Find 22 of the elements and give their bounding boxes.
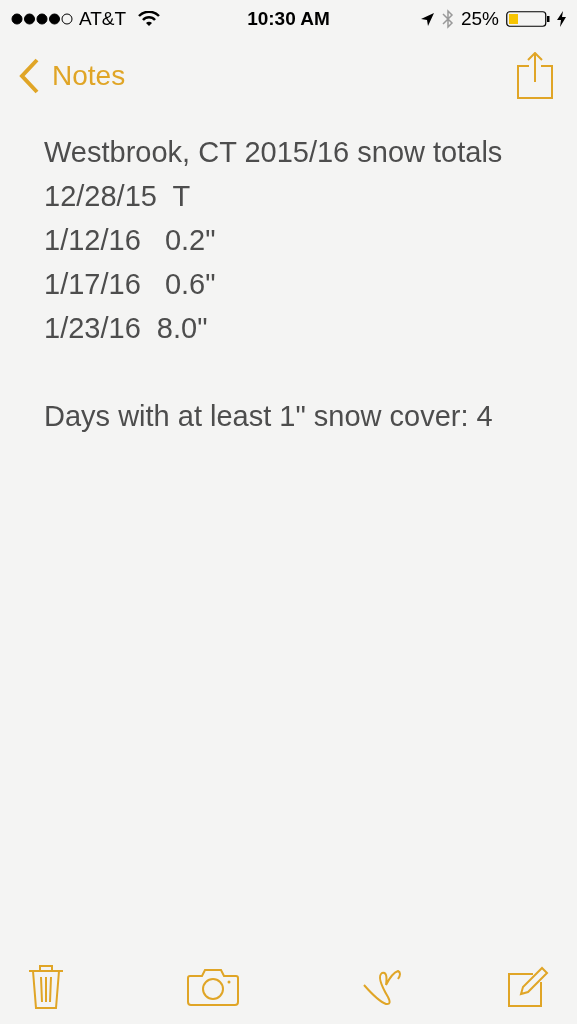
charging-bolt-icon: [557, 11, 566, 27]
compose-icon[interactable]: [507, 966, 549, 1008]
battery-icon: [506, 11, 550, 27]
share-icon[interactable]: [517, 52, 553, 100]
clock-time: 10:30 AM: [247, 6, 330, 31]
sketch-squiggle-icon[interactable]: [362, 967, 404, 1007]
back-button[interactable]: Notes: [18, 55, 126, 97]
carrier-name: AT&T: [79, 6, 127, 31]
location-arrow-icon: [419, 11, 435, 27]
note-text-line: Days with at least 1" snow cover: 4: [44, 399, 494, 434]
note-text-line: 1/23/16 8.0": [44, 311, 209, 346]
note-text-line: 1/17/16 0.6": [44, 267, 217, 302]
trash-icon[interactable]: [28, 964, 64, 1010]
note-text-line: Westbrook, CT 2015/16 snow totals: [44, 135, 504, 170]
battery-percentage: 25%: [460, 6, 499, 31]
bluetooth-icon: [441, 9, 454, 29]
chevron-left-icon: [18, 58, 40, 94]
signal-icon: [11, 13, 73, 25]
note-text-line: 12/28/15 T: [44, 179, 192, 214]
camera-icon[interactable]: [187, 968, 239, 1006]
wifi-icon: [138, 11, 161, 27]
note-text-line: 1/12/16 0.2": [44, 223, 217, 258]
